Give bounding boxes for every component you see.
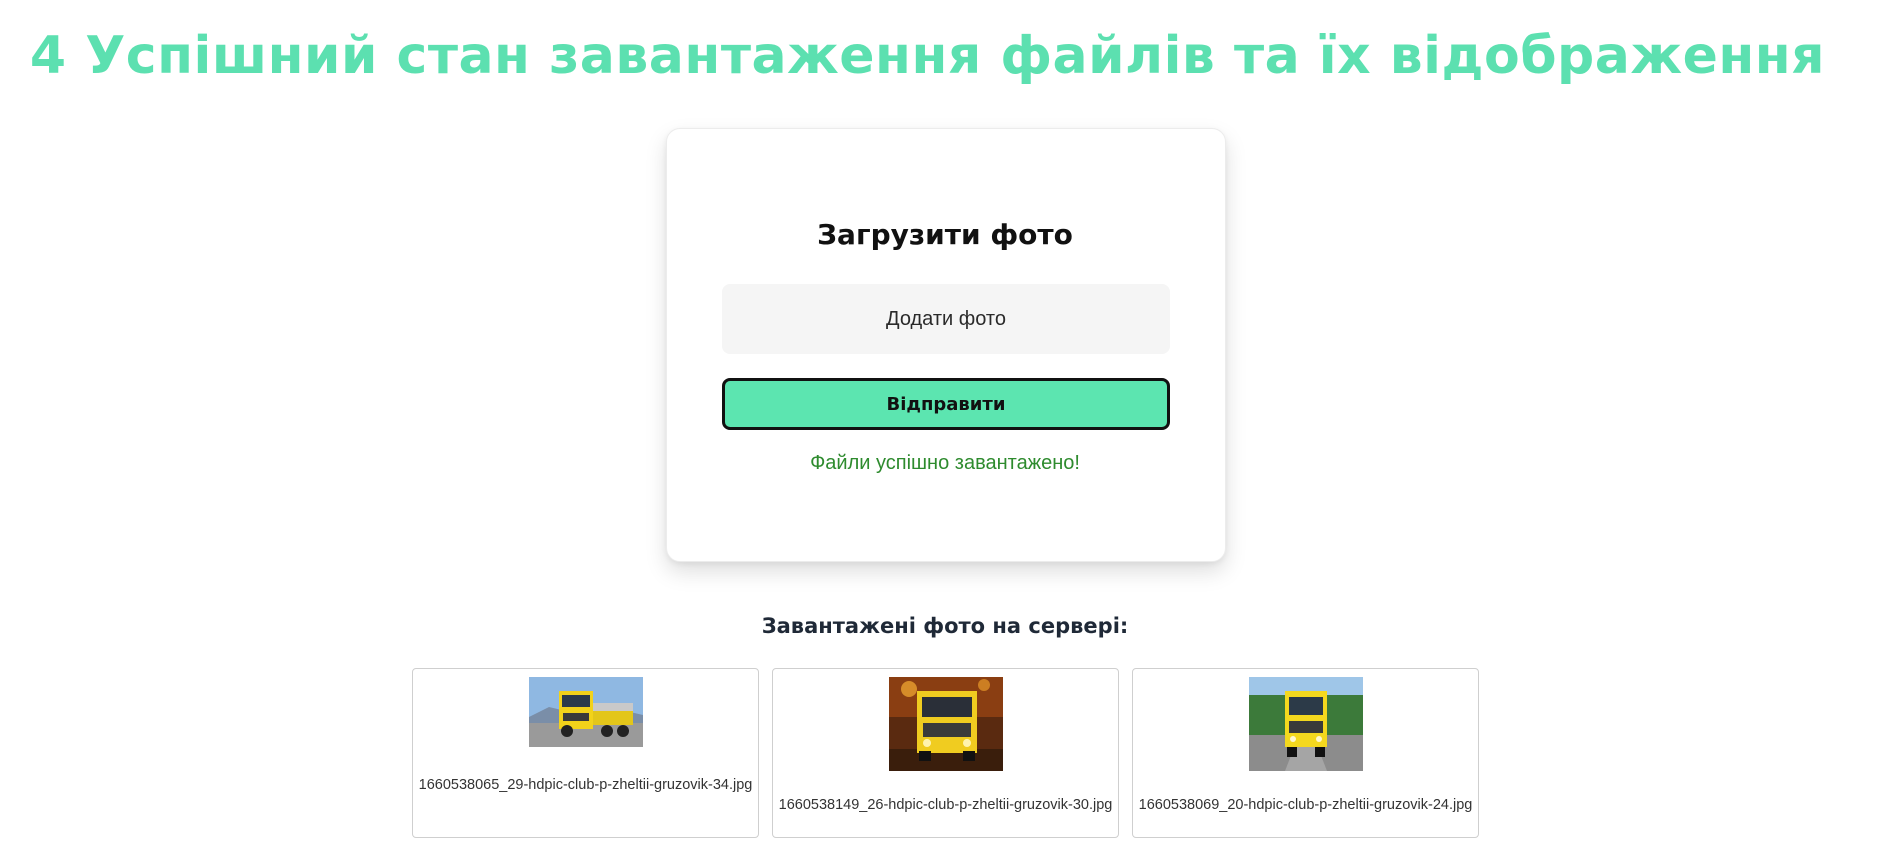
page-heading: 4 Успішний стан завантаження файлів та ї… <box>29 26 1826 86</box>
gallery-title: Завантажені фото на сервері: <box>761 614 1129 638</box>
send-button[interactable]: Відправити <box>722 378 1170 430</box>
photo-filename: 1660538149_26-hdpic-club-p-zheltii-gruzo… <box>778 797 1113 813</box>
photo-card[interactable]: 1660538149_26-hdpic-club-p-zheltii-gruzo… <box>772 668 1119 838</box>
truck-night-photo-thumbnail[interactable] <box>888 677 1003 771</box>
add-photo-button[interactable]: Додати фото <box>722 284 1170 354</box>
truck-road-photo-thumbnail[interactable] <box>1248 677 1363 771</box>
photo-filename: 1660538069_20-hdpic-club-p-zheltii-gruzo… <box>1138 797 1473 813</box>
success-message: Файли успішно завантажено! <box>810 452 1080 474</box>
upload-title: Загрузити фото <box>817 218 1073 251</box>
photo-filename: 1660538065_29-hdpic-club-p-zheltii-gruzo… <box>418 777 753 793</box>
photo-card[interactable]: 1660538069_20-hdpic-club-p-zheltii-gruzo… <box>1132 668 1479 838</box>
photo-card[interactable]: 1660538065_29-hdpic-club-p-zheltii-gruzo… <box>412 668 759 838</box>
truck-photo-thumbnail[interactable] <box>528 677 643 747</box>
